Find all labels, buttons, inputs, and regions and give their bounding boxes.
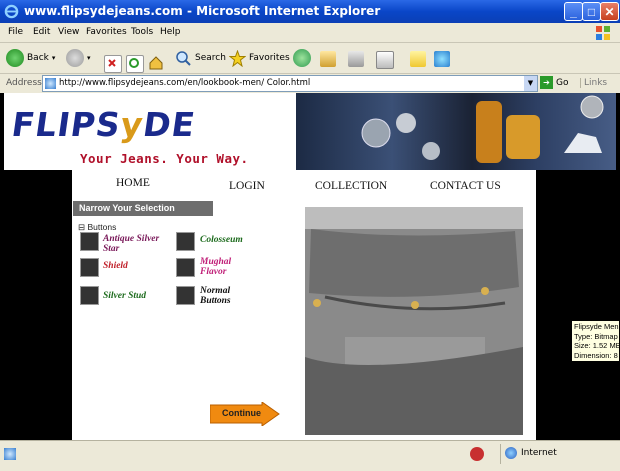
home-icon[interactable] [148,55,164,71]
nav-collection[interactable]: COLLECTION [315,180,387,192]
menu-bar: File Edit View Favorites Tools Help [0,23,620,43]
notes-icon[interactable] [410,51,426,67]
menu-favorites[interactable]: Favorites [86,27,127,37]
stop-icon[interactable] [104,55,122,73]
mughal-flavor-thumb[interactable] [176,258,195,277]
forward-arrow-icon [66,49,84,67]
tooltip-line: Type: Bitmap [574,331,618,341]
nav-contact-us[interactable]: CONTACT US [430,180,501,192]
jeans-photo [305,207,523,435]
close-button[interactable]: ✕ [600,2,619,21]
ie-icon [4,4,19,19]
menu-tools[interactable]: Tools [131,27,153,37]
messenger-icon[interactable] [434,51,450,67]
toolbar: Back ▾ ▾ Search Favorites [0,43,620,74]
web-page: FLIPSyDE Your Jeans. Your Way. HOME LOGI… [0,93,620,440]
silver-stud-thumb[interactable] [80,286,99,305]
filter-mughal-flavor[interactable]: Mughal Flavor [200,257,244,277]
menu-file[interactable]: File [8,27,23,37]
windows-flag-icon [596,26,610,40]
favorites-label: Favorites [249,53,290,63]
continue-button[interactable]: Continue [209,401,280,427]
edit-icon[interactable] [376,51,394,69]
search-icon [176,50,191,66]
star-icon [229,49,246,67]
tooltip-line: Size: 1.52 MB [574,341,620,350]
go-label: Go [556,77,569,88]
go-arrow-icon: ➔ [540,76,553,89]
history-icon[interactable] [293,49,311,67]
continue-label: Continue [222,408,261,418]
minimize-button[interactable]: _ [564,2,583,21]
print-icon[interactable] [348,51,364,67]
title-bar: www.flipsydejeans.com - Microsoft Intern… [0,0,620,23]
mail-icon[interactable] [320,51,336,67]
zone-label: Internet [521,448,557,458]
filter-silver-stud[interactable]: Silver Stud [103,291,146,301]
search-button[interactable]: Search [175,48,226,68]
image-tooltip: Flipsyde Men' Type: Bitmap Size: 1.52 MB… [571,320,620,362]
menu-edit[interactable]: Edit [33,27,50,37]
filter-shield[interactable]: Shield [103,261,128,271]
menu-view[interactable]: View [58,27,79,37]
back-arrow-icon [6,49,24,67]
go-button[interactable]: ➔ Go [540,76,568,89]
antique-silver-star-thumb[interactable] [80,232,99,251]
window-title: www.flipsydejeans.com - Microsoft Intern… [24,4,381,18]
filter-colosseum[interactable]: Colosseum [200,235,243,245]
filter-antique-silver-star[interactable]: Antique Silver Star [103,234,169,254]
shield-thumb[interactable] [80,258,99,277]
tooltip-line: Flipsyde Men' [574,322,620,331]
favorites-button[interactable]: Favorites [229,48,290,68]
refresh-icon[interactable] [126,55,144,73]
menu-help[interactable]: Help [160,27,181,37]
content-panel: HOME LOGIN COLLECTION CONTACT US Narrow … [72,170,536,440]
tooltip-line: Dimension: 8 [574,350,618,360]
back-label: Back [27,53,49,63]
address-url: http://www.flipsydejeans.com/en/lookbook… [59,78,311,88]
nav-login[interactable]: LOGIN [229,180,265,192]
links-label[interactable]: Links [580,78,607,88]
address-label: Address [6,78,42,88]
filter-normal-buttons[interactable]: Normal Buttons [200,286,244,306]
normal-buttons-thumb[interactable] [176,286,195,305]
page-status-icon [4,448,16,460]
address-bar: Address http://www.flipsydejeans.com/en/… [0,74,620,94]
security-icon [470,447,484,461]
search-label: Search [195,53,226,63]
collapse-icon[interactable]: ⊟ [78,222,85,232]
narrow-selection-header: Narrow Your Selection [73,201,213,216]
banner-photo [296,93,616,170]
nav-home[interactable]: HOME [116,177,150,189]
site-logo[interactable]: FLIPSyDE [9,105,198,144]
internet-zone-icon [505,447,517,459]
address-input[interactable]: http://www.flipsydejeans.com/en/lookbook… [42,75,538,92]
page-icon [45,78,56,89]
site-banner: FLIPSyDE Your Jeans. Your Way. [4,93,616,170]
back-button[interactable]: Back ▾ [6,48,55,68]
address-dropdown-icon[interactable]: ▼ [524,76,537,91]
colosseum-thumb[interactable] [176,232,195,251]
maximize-button[interactable]: □ [582,2,601,21]
forward-button[interactable]: ▾ [66,48,91,68]
site-tagline: Your Jeans. Your Way. [80,151,249,166]
status-bar: Internet [0,440,620,471]
buttons-label: Buttons [87,222,117,232]
